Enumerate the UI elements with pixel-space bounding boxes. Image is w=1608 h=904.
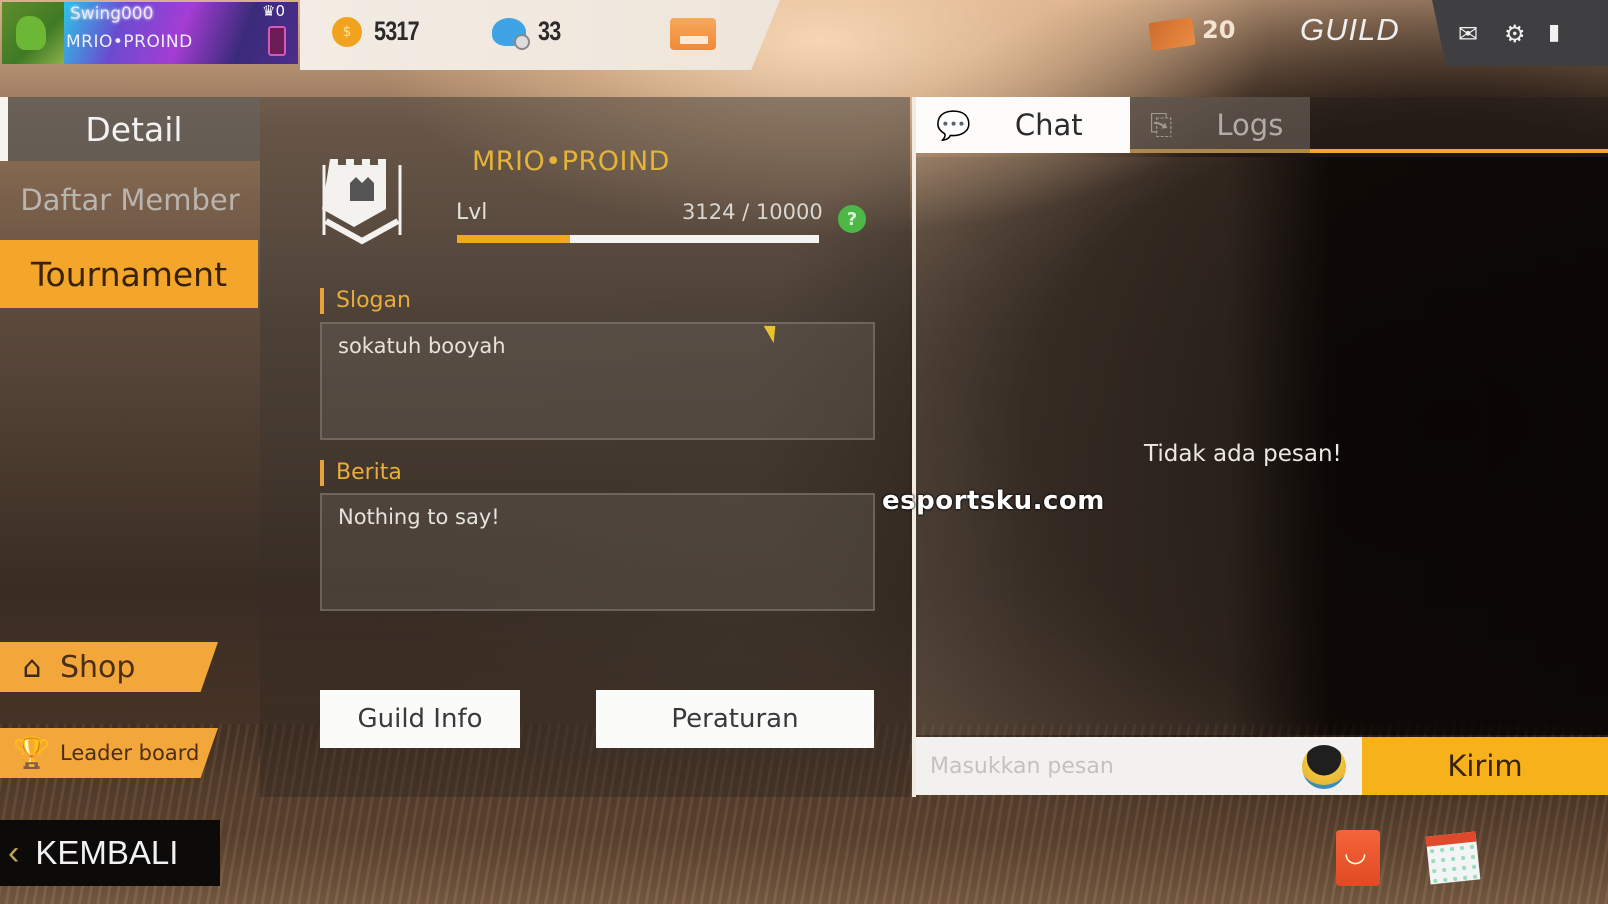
berita-label: Berita [320,460,402,486]
coin-icon: $ [332,16,362,47]
message-input[interactable] [916,737,1362,795]
diamond-icon [492,17,530,50]
top-bar: Swing000 MRIO•PROIND ♛0 $ 5317 33 20 GUI… [0,0,1608,70]
xp-progress-fill [457,235,571,243]
chat-messages: Tidak ada pesan! [916,157,1608,735]
chat-bubble-icon: 💬 [936,108,971,142]
diamond-value: 33 [538,16,561,46]
slogan-field[interactable]: sokatuh booyah [320,322,875,440]
gear-icon[interactable]: ⚙ [1504,20,1526,48]
chat-tabs: 💬 Chat ⎘ Logs [916,97,1608,153]
guild-name: MRIO•PROIND [472,146,670,177]
berita-field[interactable]: Nothing to say! [320,493,875,611]
sidebar-item-label: Daftar Member [20,183,240,217]
coin-value: 5317 [374,16,420,46]
level-label: Lvl [456,200,488,225]
chat-panel: 💬 Chat ⎘ Logs Tidak ada pesan! Kirim [912,97,1608,797]
sidebar-item-detail[interactable]: Detail [0,97,260,161]
leaderboard-button[interactable]: 🏆 Leader board [0,728,218,778]
calendar-icon[interactable] [1425,831,1481,885]
back-button[interactable]: ‹ KEMBALI [0,820,220,886]
screen-title: GUILD [1300,12,1400,47]
watermark: esportsku.com [882,486,1105,516]
slogan-label: Slogan [320,288,411,314]
gift-icon[interactable] [1336,830,1380,886]
trophy-icon: 🏆 [13,735,51,771]
tab-label: Chat [1014,108,1083,142]
ticket-icon [1148,17,1196,51]
document-icon: ⎘ [1150,108,1173,141]
shop-button[interactable]: ⌂ Shop [0,642,218,692]
battery-icon: ▮ [1548,20,1561,45]
shop-label: Shop [60,649,136,685]
guild-emblem-icon [322,159,402,245]
xp-progress-bar [457,235,819,243]
leaderboard-label: Leader board [60,741,200,765]
rules-button[interactable]: Peraturan [596,690,874,748]
sidebar-item-daftar-member[interactable]: Daftar Member [0,168,260,232]
sidebar-item-tournament[interactable]: Tournament [0,240,258,308]
ticket-value: 20 [1202,16,1236,44]
chevron-left-icon: ‹ [8,833,20,872]
rank-badge: ♛0 [262,2,285,20]
player-guild-tag: MRIO•PROIND [66,32,193,52]
coin-counter: $ 5317 [332,16,430,47]
diamond-counter[interactable]: 33 [492,16,566,50]
avatar[interactable] [2,2,64,64]
back-label: KEMBALI [35,834,179,871]
xp-value: 3124 / 10000 [682,200,823,224]
card-icon[interactable] [670,18,716,50]
sidebar-item-label: Tournament [30,254,228,294]
emoji-icon[interactable] [1302,745,1346,789]
guild-info-button[interactable]: Guild Info [320,690,520,748]
player-name: Swing000 [70,4,154,24]
shop-icon: ⌂ [22,649,42,685]
rank-badge-value: 0 [275,2,285,20]
tab-label: Logs [1216,108,1284,142]
send-button[interactable]: Kirim [1362,737,1608,795]
tab-logs[interactable]: ⎘ Logs [1130,97,1310,153]
mail-icon[interactable]: ✉ [1458,20,1478,48]
sidebar-item-label: Detail [85,109,183,149]
rank-bars-icon [268,26,286,56]
help-icon[interactable]: ? [838,205,866,233]
empty-message: Tidak ada pesan! [1144,441,1342,467]
tab-chat[interactable]: 💬 Chat [916,97,1130,153]
